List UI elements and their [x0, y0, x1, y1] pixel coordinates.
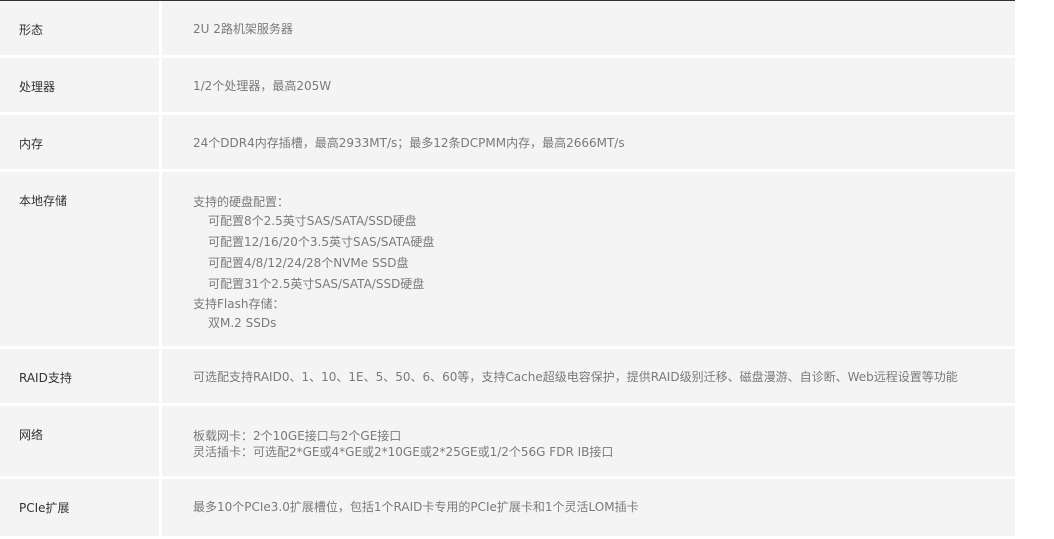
spec-value: 支持的硬盘配置： 可配置8个2.5英寸SAS/SATA/SSD硬盘 可配置12/… — [162, 172, 1015, 346]
spec-table: 形态 2U 2路机架服务器 处理器 1/2个处理器，最高205W 内存 24个D… — [0, 0, 1015, 539]
spec-value-line: 板载网卡：2个10GE接口与2个GE接口 — [193, 429, 402, 443]
spec-row-local-storage: 本地存储 支持的硬盘配置： 可配置8个2.5英寸SAS/SATA/SSD硬盘 可… — [0, 172, 1015, 349]
spec-row-pcie: PCIe扩展 最多10个PCIe3.0扩展槽位，包括1个RAID卡专用的PCIe… — [0, 479, 1015, 539]
spec-row-processor: 处理器 1/2个处理器，最高205W — [0, 58, 1015, 115]
spec-value-line: 可配置31个2.5英寸SAS/SATA/SSD硬盘 — [208, 277, 425, 291]
spec-label: RAID支持 — [0, 349, 162, 403]
spec-row-raid: RAID支持 可选配支持RAID0、1、10、1E、5、50、6、60等，支持C… — [0, 349, 1015, 406]
spec-value-line: 可配置4/8/12/24/28个NVMe SSD盘 — [208, 256, 409, 270]
spec-label: 内存 — [0, 115, 162, 169]
spec-value-line: 24个DDR4内存插槽，最高2933MT/s；最多12条DCPMM内存，最高26… — [193, 136, 625, 150]
spec-row-form-factor: 形态 2U 2路机架服务器 — [0, 1, 1015, 58]
right-margin — [1015, 0, 1054, 524]
spec-row-memory: 内存 24个DDR4内存插槽，最高2933MT/s；最多12条DCPMM内存，最… — [0, 115, 1015, 172]
spec-value: 24个DDR4内存插槽，最高2933MT/s；最多12条DCPMM内存，最高26… — [162, 115, 1015, 169]
spec-value-line: 支持的硬盘配置： — [193, 195, 290, 209]
spec-value-line: 可选配支持RAID0、1、10、1E、5、50、6、60等，支持Cache超级电… — [193, 370, 958, 384]
spec-value-line: 1/2个处理器，最高205W — [193, 79, 332, 93]
spec-value: 2U 2路机架服务器 — [162, 1, 1015, 55]
spec-value-line: 可配置8个2.5英寸SAS/SATA/SSD硬盘 — [208, 214, 417, 228]
spec-value: 1/2个处理器，最高205W — [162, 58, 1015, 112]
spec-row-network: 网络 板载网卡：2个10GE接口与2个GE接口 灵活插卡：可选配2*GE或4*G… — [0, 406, 1015, 479]
spec-value-line: 最多10个PCIe3.0扩展槽位，包括1个RAID卡专用的PCIe扩展卡和1个灵… — [193, 500, 639, 514]
spec-value-line: 灵活插卡：可选配2*GE或4*GE或2*10GE或2*25GE或1/2个56G … — [193, 445, 614, 459]
spec-value-line: 支持Flash存储： — [193, 297, 285, 311]
spec-label: 本地存储 — [0, 172, 162, 346]
spec-value-line: 双M.2 SSDs — [208, 316, 277, 330]
spec-value: 板载网卡：2个10GE接口与2个GE接口 灵活插卡：可选配2*GE或4*GE或2… — [162, 406, 1015, 476]
spec-value-line: 可配置12/16/20个3.5英寸SAS/SATA硬盘 — [208, 235, 435, 249]
spec-label: PCIe扩展 — [0, 479, 162, 536]
spec-label: 形态 — [0, 1, 162, 55]
spec-label: 网络 — [0, 406, 162, 476]
spec-value: 最多10个PCIe3.0扩展槽位，包括1个RAID卡专用的PCIe扩展卡和1个灵… — [162, 479, 1015, 536]
spec-value-line: 2U 2路机架服务器 — [193, 22, 293, 36]
spec-value: 可选配支持RAID0、1、10、1E、5、50、6、60等，支持Cache超级电… — [162, 349, 1015, 403]
spec-label: 处理器 — [0, 58, 162, 112]
